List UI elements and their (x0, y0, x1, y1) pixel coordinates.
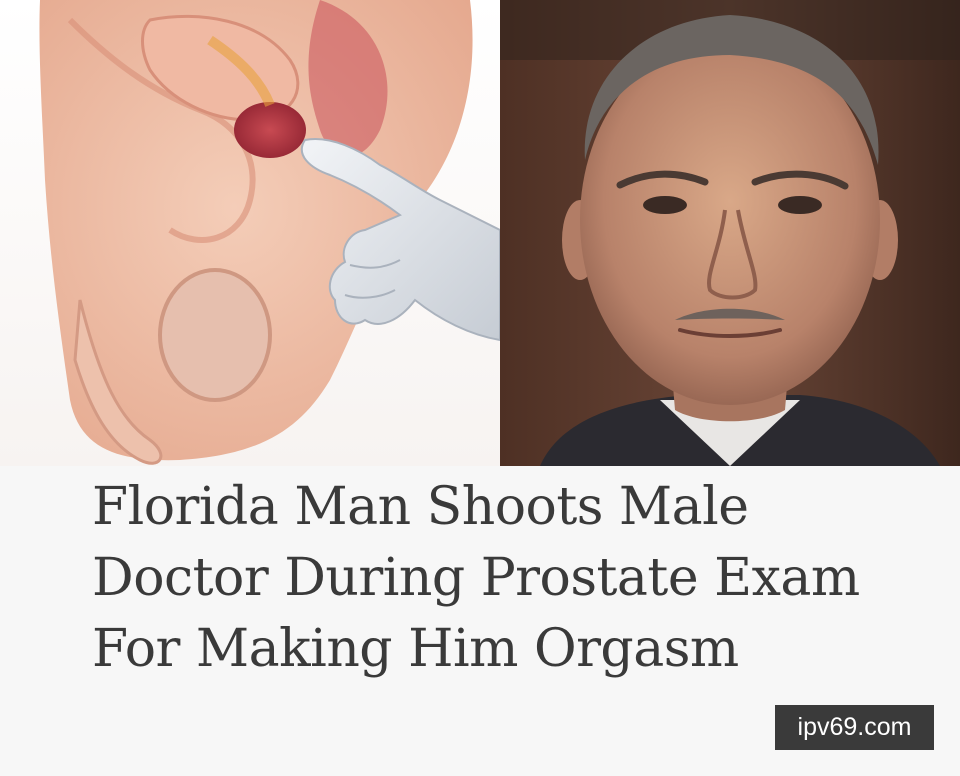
watermark: ipv69.com (775, 705, 934, 750)
prostate-exam-illustration (0, 0, 500, 466)
man-portrait-photo (500, 0, 960, 466)
headline: Florida Man Shoots Male Doctor During Pr… (92, 477, 860, 679)
meme-card: Florida Man Shoots Male Doctor During Pr… (0, 0, 960, 776)
